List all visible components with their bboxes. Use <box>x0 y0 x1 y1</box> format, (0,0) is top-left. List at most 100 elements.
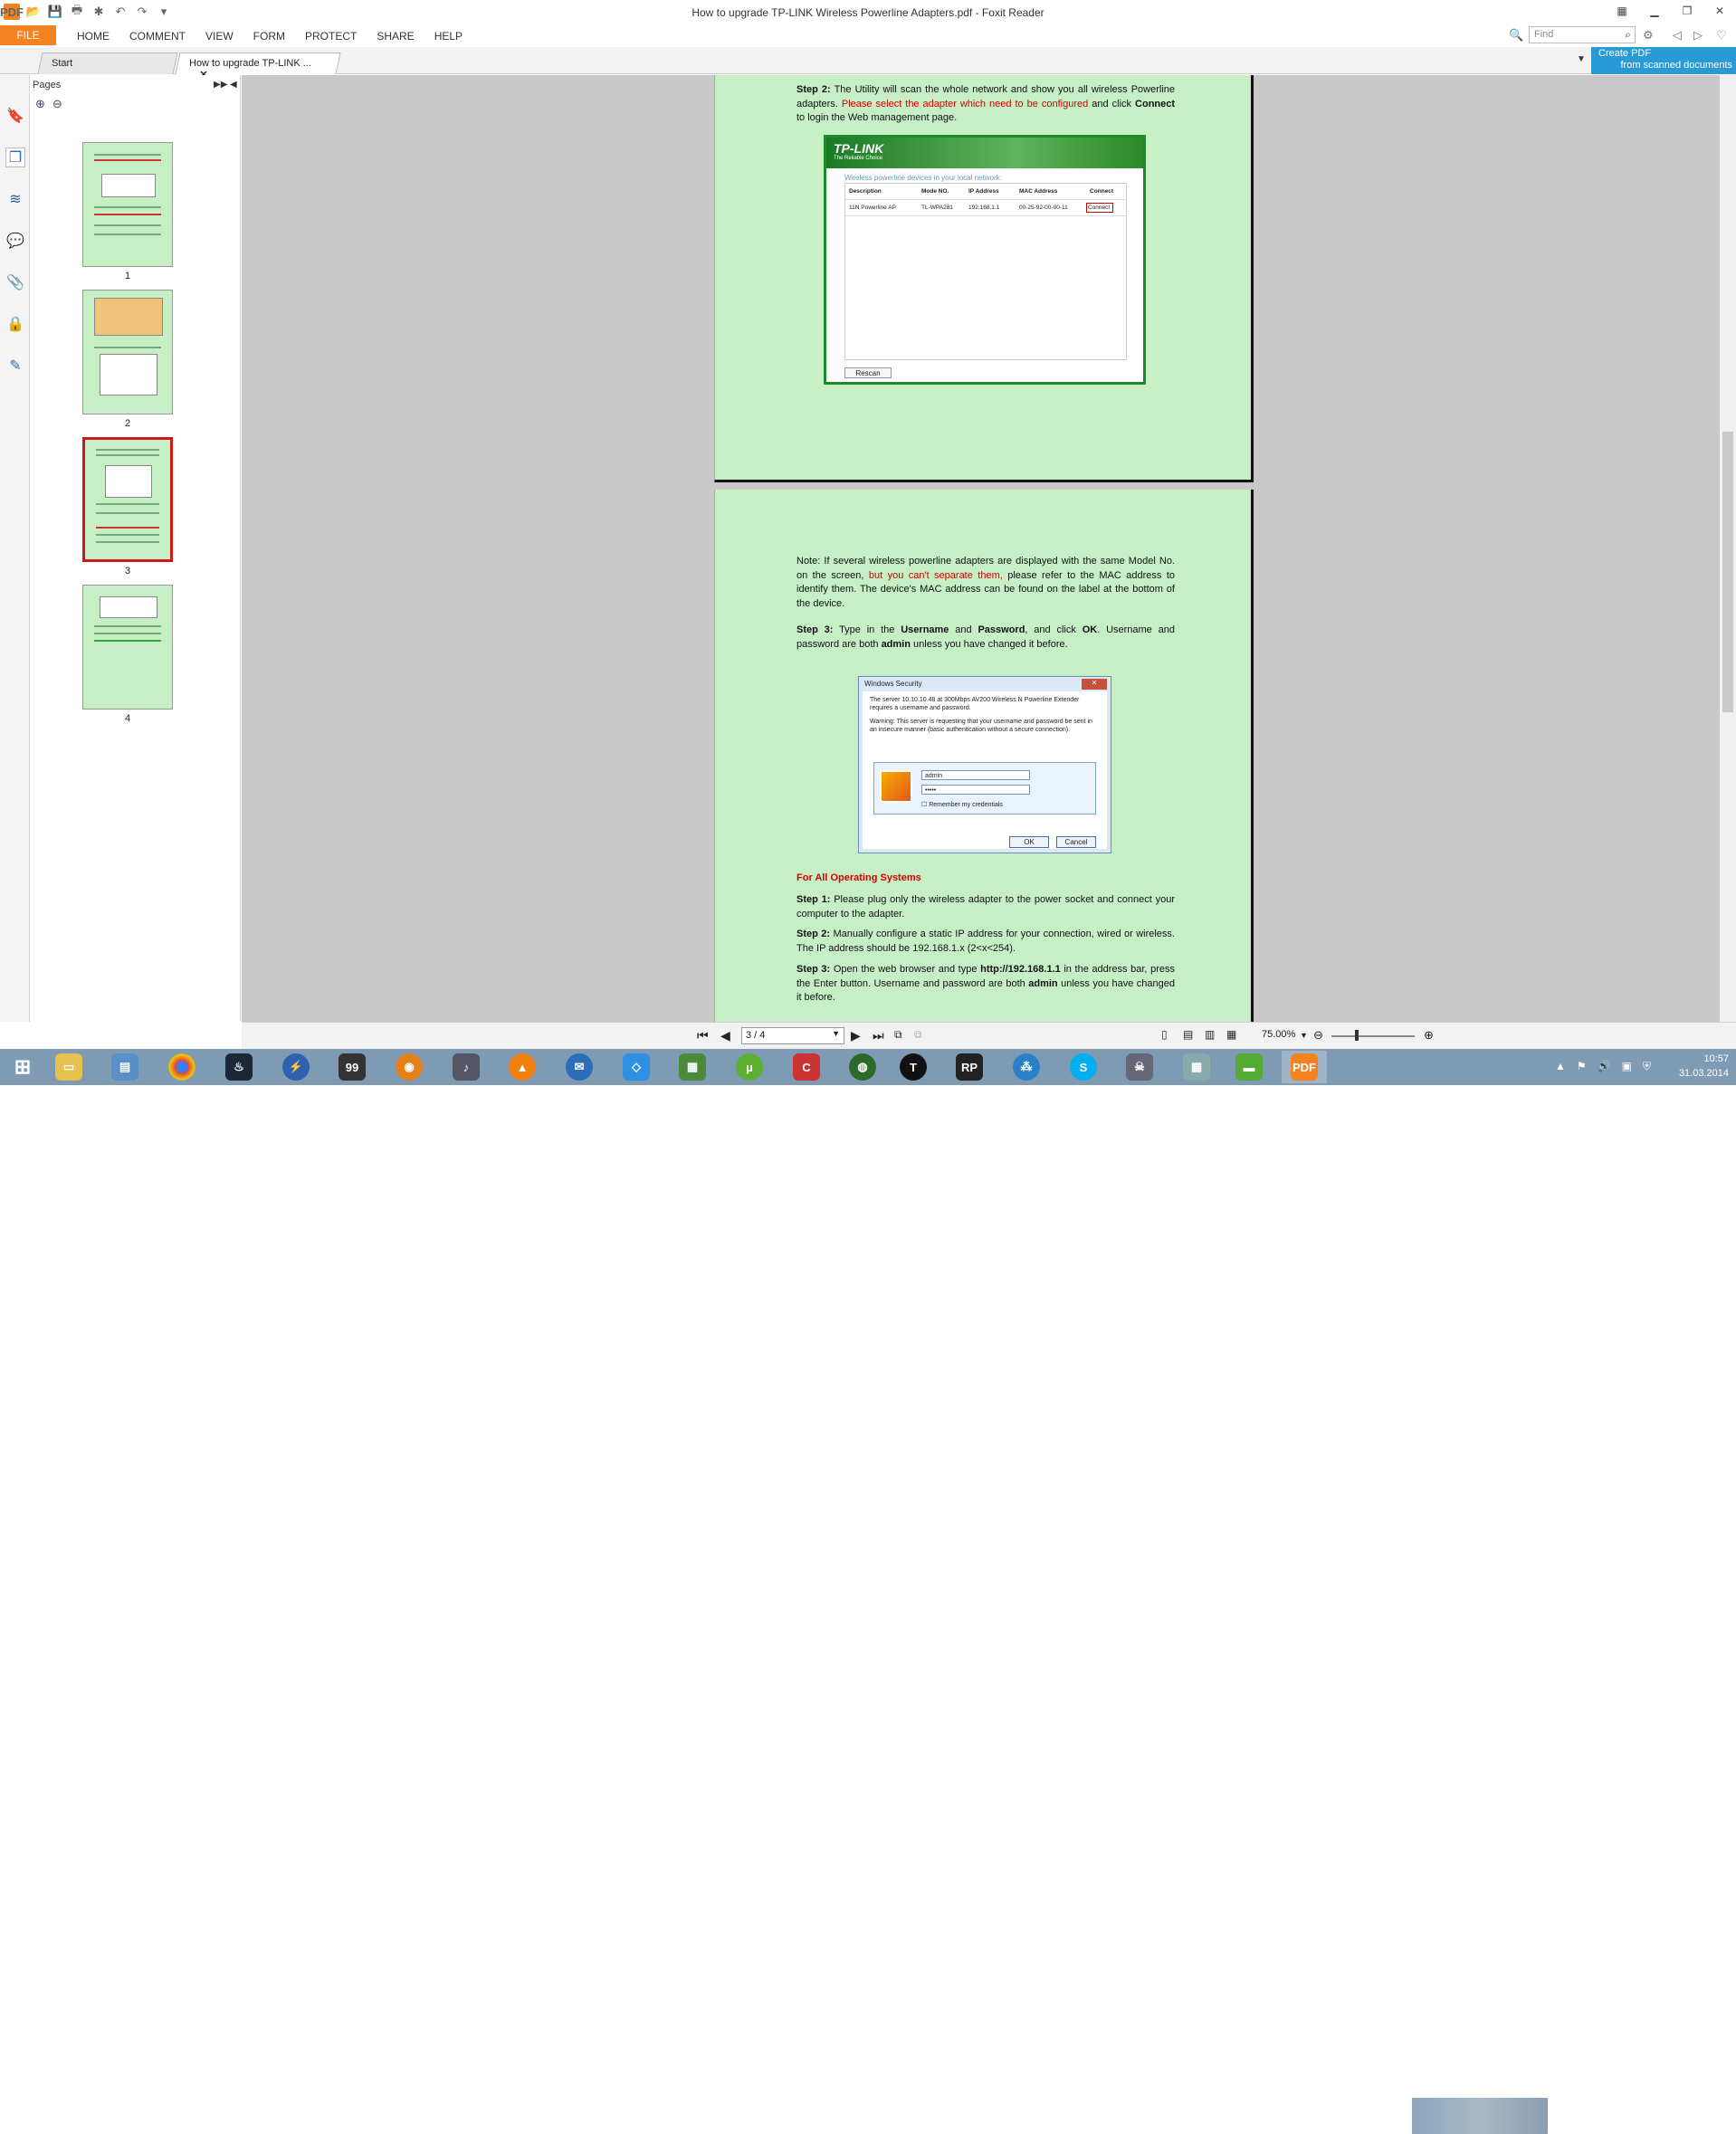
tray-expand-icon[interactable]: ▲ <box>1555 1060 1566 1073</box>
network-icon[interactable]: ▣ <box>1622 1060 1632 1073</box>
os-step3-text: Step 3: Open the web browser and type ht… <box>796 964 1176 1003</box>
find-options-icon[interactable]: 🔍 <box>1509 28 1523 43</box>
attachments-icon[interactable]: 📎 <box>5 272 25 292</box>
page-thumbnail-4[interactable] <box>82 585 173 710</box>
tray-app-icon[interactable]: ▬ <box>1226 1051 1272 1083</box>
pages-panel-tools: ⊕ ⊖ <box>30 95 240 115</box>
firefox-icon[interactable]: ◉ <box>386 1051 432 1083</box>
menu-form[interactable]: FORM <box>243 30 295 43</box>
skype-icon[interactable]: S <box>1061 1051 1106 1083</box>
layout-icon[interactable]: ▦ <box>1606 0 1638 22</box>
credential-box: admin ••••• ☐ Remember my credentials <box>873 762 1096 815</box>
page-thumbnail-2[interactable] <box>82 290 173 414</box>
facing-icon[interactable]: ▥ <box>1205 1028 1215 1041</box>
pdf-page-3-top: Step 2: The Utility will scan the whole … <box>714 75 1254 482</box>
earth-icon[interactable]: ◍ <box>840 1051 885 1083</box>
page-number-1: 1 <box>124 271 131 281</box>
comments-icon[interactable]: 💬 <box>5 231 25 251</box>
expand-ribbon-icon[interactable]: ♡ <box>1716 28 1727 43</box>
explorer-icon[interactable]: ▭ <box>46 1051 91 1083</box>
rp-app-icon[interactable]: RP <box>947 1051 992 1083</box>
last-page-icon[interactable]: ⏭ <box>873 1028 884 1043</box>
ccleaner-icon[interactable]: C <box>784 1051 829 1083</box>
collapse-panel-icon[interactable]: ◀ <box>230 80 237 90</box>
calculator-icon[interactable]: ▦ <box>1174 1051 1219 1083</box>
continuous-facing-icon[interactable]: ▦ <box>1226 1028 1236 1041</box>
tabs-dropdown-icon[interactable]: ▼ <box>1577 54 1586 64</box>
utorrent-icon[interactable]: µ <box>727 1051 772 1083</box>
steam-icon[interactable]: ♨ <box>216 1051 262 1083</box>
flash-icon[interactable]: ⚡ <box>273 1051 319 1083</box>
settings-icon[interactable]: ⚙ <box>1643 28 1654 43</box>
reduce-thumbnail-icon[interactable]: ⊖ <box>52 97 62 113</box>
tab-document[interactable]: How to upgrade TP-LINK ...✕ <box>175 52 341 81</box>
prev-page-icon[interactable]: ◀ <box>720 1028 730 1043</box>
menu-comment[interactable]: COMMENT <box>119 30 196 43</box>
dropbox-icon[interactable]: ◇ <box>614 1051 659 1083</box>
music-icon[interactable]: ♪ <box>444 1051 489 1083</box>
page-thumbnail-3[interactable] <box>82 437 173 562</box>
single-page-icon[interactable]: ▯ <box>1161 1028 1168 1041</box>
zoom-slider-handle[interactable] <box>1355 1030 1359 1041</box>
chrome-icon[interactable] <box>159 1051 205 1083</box>
layers-icon[interactable]: ≋ <box>5 189 25 209</box>
zoom-in-icon[interactable]: ⊕ <box>1424 1028 1434 1043</box>
continuous-icon[interactable]: ▤ <box>1183 1028 1193 1041</box>
chevron-down-icon[interactable]: ▼ <box>832 1029 840 1038</box>
scrollbar-thumb[interactable] <box>1722 432 1733 712</box>
system-clock[interactable]: 10:57 31.03.2014 <box>1679 1052 1729 1081</box>
zoom-out-icon[interactable]: ⊖ <box>1313 1028 1323 1043</box>
search-icon[interactable]: ⌕ <box>1625 28 1631 42</box>
page-thumbnail-1[interactable] <box>82 142 173 267</box>
expand-panel-icon[interactable]: ▶▶ <box>214 80 227 90</box>
menu-help[interactable]: HELP <box>424 30 472 43</box>
previous-view-icon[interactable]: ⧉ <box>894 1028 902 1042</box>
enlarge-thumbnail-icon[interactable]: ⊕ <box>35 97 45 113</box>
pages-icon[interactable]: ❐ <box>5 148 25 167</box>
zoom-dropdown-icon[interactable]: ▼ <box>1300 1031 1308 1040</box>
menu-view[interactable]: VIEW <box>196 30 243 43</box>
find-input[interactable]: Find ⌕ <box>1529 26 1636 43</box>
create-pdf-promo[interactable]: Create PDF from scanned documents <box>1591 47 1736 74</box>
restore-button[interactable]: ❐ <box>1671 0 1703 22</box>
security-icon[interactable]: ⛨ <box>1643 1060 1651 1073</box>
panel-scrollbar[interactable] <box>226 120 237 1007</box>
menu-share[interactable]: SHARE <box>367 30 424 43</box>
tab-start[interactable]: Start <box>37 52 178 74</box>
thunderbird-icon[interactable]: ✉ <box>557 1051 602 1083</box>
next-result-icon[interactable]: ▷ <box>1693 28 1703 43</box>
start-icon[interactable]: ⊞ <box>0 1051 45 1083</box>
file-menu[interactable]: FILE <box>0 25 56 45</box>
password-field: ••••• <box>921 785 1030 795</box>
menu-protect[interactable]: PROTECT <box>295 30 367 43</box>
first-page-icon[interactable]: ⏮ <box>697 1028 709 1043</box>
vertical-scrollbar[interactable] <box>1720 75 1736 1022</box>
document-tabs: Start How to upgrade TP-LINK ...✕ <box>0 47 1736 81</box>
media-icon[interactable]: ⁂ <box>1004 1051 1049 1083</box>
notepad-icon[interactable]: ▦ <box>670 1051 715 1083</box>
zoom-slider[interactable] <box>1331 1035 1415 1037</box>
vlc-icon[interactable]: ▲ <box>500 1051 545 1083</box>
alien-icon[interactable]: ☠ <box>1117 1051 1162 1083</box>
flag-icon[interactable]: ⚑ <box>1577 1060 1587 1073</box>
signature-icon[interactable]: ✎ <box>5 356 25 376</box>
foxit-icon[interactable]: PDF <box>1282 1051 1327 1083</box>
document-viewer[interactable]: Step 2: The Utility will scan the whole … <box>242 75 1721 1024</box>
t-app-icon[interactable]: T <box>891 1051 936 1083</box>
bookmarks-icon[interactable]: 🔖 <box>5 106 25 126</box>
next-page-icon[interactable]: ▶ <box>851 1028 861 1043</box>
winamp-icon[interactable]: 99 <box>329 1051 375 1083</box>
username-field: admin <box>921 770 1030 780</box>
zoom-level[interactable]: 75.00% <box>1262 1029 1295 1040</box>
os-step2-text: Step 2: Manually configure a static IP a… <box>796 929 1175 954</box>
volume-icon[interactable]: 🔊 <box>1598 1060 1611 1073</box>
prev-result-icon[interactable]: ◁ <box>1673 28 1682 43</box>
pages-panel-header: Pages ▶▶ ◀ <box>30 75 240 95</box>
minimize-button[interactable]: ▁ <box>1638 0 1671 22</box>
close-button[interactable]: ✕ <box>1703 0 1736 22</box>
control-panel-icon[interactable]: ▤ <box>102 1051 148 1083</box>
security-lock-icon[interactable]: 🔒 <box>5 314 25 334</box>
next-view-icon[interactable]: ⧉ <box>914 1028 922 1042</box>
page-number-input[interactable]: 3 / 4 ▼ <box>741 1027 844 1044</box>
menu-home[interactable]: HOME <box>67 30 119 43</box>
